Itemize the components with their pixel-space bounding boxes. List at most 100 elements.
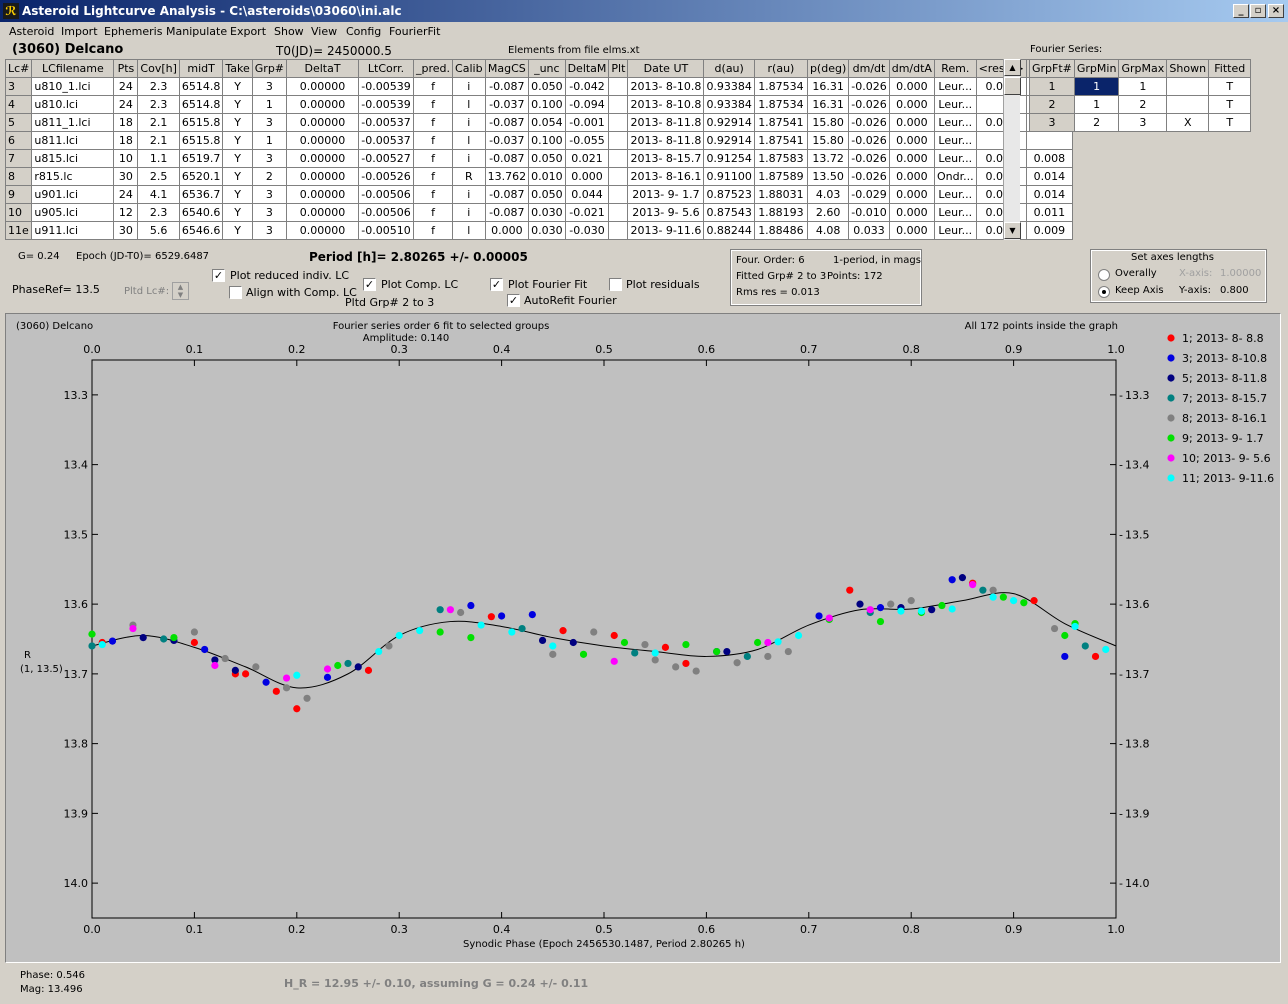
- column-header[interactable]: DeltaM: [564, 59, 610, 78]
- table-cell[interactable]: 6520.1: [178, 167, 224, 186]
- table-cell[interactable]: 6519.7: [178, 149, 224, 168]
- table-cell[interactable]: 0.010: [528, 167, 566, 186]
- table-cell[interactable]: 2013- 9-11.6: [627, 221, 705, 240]
- table-cell[interactable]: 0.000: [888, 167, 935, 186]
- table-cell[interactable]: 0.050: [528, 185, 566, 204]
- table-cell[interactable]: -0.00539: [358, 95, 415, 114]
- fourier-row[interactable]: 323XT: [1029, 113, 1252, 132]
- table-cell[interactable]: 0.93384: [703, 77, 755, 96]
- table-cell[interactable]: 2013- 8-11.8: [627, 113, 705, 132]
- table-cell[interactable]: 1.87589: [753, 167, 808, 186]
- row-number[interactable]: 8: [4, 167, 33, 186]
- table-cell[interactable]: [608, 95, 629, 114]
- fourier-cell[interactable]: T: [1208, 77, 1252, 96]
- row-number[interactable]: 6: [4, 131, 33, 150]
- table-cell[interactable]: -0.00510: [358, 221, 415, 240]
- table-cell[interactable]: 0.054: [528, 113, 566, 132]
- fourier-cell[interactable]: 2: [1073, 113, 1120, 132]
- table-cell[interactable]: 4.03: [806, 185, 850, 204]
- row-number[interactable]: 10: [4, 203, 33, 222]
- table-cell[interactable]: -0.001: [564, 113, 610, 132]
- table-cell[interactable]: f: [413, 149, 454, 168]
- table-cell[interactable]: f: [413, 77, 454, 96]
- fourier-cell[interactable]: 1: [1118, 77, 1168, 96]
- maximize-button[interactable]: ▫: [1250, 4, 1266, 18]
- table-cell[interactable]: [608, 113, 629, 132]
- row-number[interactable]: 5: [4, 113, 33, 132]
- table-cell[interactable]: 0.00000: [286, 149, 360, 168]
- table-cell[interactable]: u905.lci: [31, 203, 115, 222]
- table-cell[interactable]: 0.00000: [286, 167, 360, 186]
- table-cell[interactable]: 2013- 9- 5.6: [627, 203, 705, 222]
- table-cell[interactable]: 0.009: [1025, 221, 1073, 240]
- column-header[interactable]: dm/dt: [848, 59, 890, 78]
- table-cell[interactable]: 15.80: [806, 131, 850, 150]
- table-cell[interactable]: f: [413, 167, 454, 186]
- table-cell[interactable]: -0.094: [564, 95, 610, 114]
- table-cell[interactable]: 2: [251, 167, 288, 186]
- fourier-series-table[interactable]: GrpFt# GrpMin GrpMax Shown Fitted 111T212T32…: [1029, 59, 1252, 132]
- table-cell[interactable]: 0.000: [888, 203, 935, 222]
- table-cell[interactable]: Leur...: [933, 113, 977, 132]
- column-header[interactable]: d(au): [703, 59, 755, 78]
- table-cell[interactable]: 2013- 9- 1.7: [627, 185, 705, 204]
- table-cell[interactable]: i: [452, 113, 486, 132]
- table-cell[interactable]: [608, 167, 629, 186]
- table-cell[interactable]: Y: [222, 221, 253, 240]
- row-number[interactable]: 7: [4, 149, 33, 168]
- row-number[interactable]: 4: [4, 95, 33, 114]
- fourier-cell[interactable]: 2: [1029, 95, 1075, 114]
- table-cell[interactable]: -0.010: [848, 203, 890, 222]
- table-cell[interactable]: -0.026: [848, 131, 890, 150]
- table-cell[interactable]: f: [413, 185, 454, 204]
- table-cell[interactable]: -0.087: [484, 77, 530, 96]
- table-cell[interactable]: 3: [251, 149, 288, 168]
- table-cell[interactable]: f: [413, 131, 454, 150]
- column-header[interactable]: DeltaT: [286, 59, 360, 78]
- column-header[interactable]: Calib: [452, 59, 486, 78]
- table-cell[interactable]: 12: [113, 203, 139, 222]
- table-cell[interactable]: 1.88031: [753, 185, 808, 204]
- table-cell[interactable]: 6515.8: [178, 131, 224, 150]
- menu-ephemeris[interactable]: Ephemeris: [104, 25, 162, 38]
- table-cell[interactable]: 16.31: [806, 95, 850, 114]
- table-row[interactable]: 4 u810.lci 24 2.3 6514.8 Y 1 0.00000 -0.00539 f l -…: [4, 95, 1073, 114]
- fourier-cell[interactable]: 3: [1029, 113, 1075, 132]
- column-header[interactable]: MagCS: [484, 59, 530, 78]
- table-cell[interactable]: -0.00539: [358, 77, 415, 96]
- table-cell[interactable]: 0.91100: [703, 167, 755, 186]
- table-cell[interactable]: -0.087: [484, 203, 530, 222]
- table-cell[interactable]: 13.50: [806, 167, 850, 186]
- table-cell[interactable]: 2013- 8-16.1: [627, 167, 705, 186]
- column-header[interactable]: Date UT: [627, 59, 705, 78]
- table-cell[interactable]: u811_1.lci: [31, 113, 115, 132]
- table-cell[interactable]: -0.042: [564, 77, 610, 96]
- column-header[interactable]: LCfilename: [31, 59, 115, 78]
- table-cell[interactable]: 18: [113, 113, 139, 132]
- column-header[interactable]: Take: [222, 59, 253, 78]
- table-cell[interactable]: 0.000: [888, 149, 935, 168]
- table-cell[interactable]: Leur...: [933, 77, 977, 96]
- table-cell[interactable]: 0.92914: [703, 113, 755, 132]
- table-cell[interactable]: 0.92914: [703, 131, 755, 150]
- table-cell[interactable]: 0.000: [484, 221, 530, 240]
- menu-asteroid[interactable]: Asteroid: [9, 25, 54, 38]
- table-cell[interactable]: 3: [251, 113, 288, 132]
- table-cell[interactable]: 0.00000: [286, 221, 360, 240]
- table-cell[interactable]: i: [452, 185, 486, 204]
- column-header[interactable]: Pts: [113, 59, 139, 78]
- table-cell[interactable]: -0.00537: [358, 113, 415, 132]
- plot-reduced-checkbox[interactable]: ✓: [212, 269, 225, 282]
- scroll-down-icon[interactable]: ▼: [1004, 222, 1021, 239]
- table-row[interactable]: 6 u811.lci 18 2.1 6515.8 Y 1 0.00000 -0.00537 f l -…: [4, 131, 1073, 150]
- table-cell[interactable]: 5.6: [137, 221, 180, 240]
- table-cell[interactable]: 1.88486: [753, 221, 808, 240]
- minimize-button[interactable]: _: [1233, 4, 1249, 18]
- table-cell[interactable]: 0.100: [528, 131, 566, 150]
- table-cell[interactable]: i: [452, 77, 486, 96]
- table-cell[interactable]: 0.011: [1025, 203, 1073, 222]
- table-cell[interactable]: 2013- 8-11.8: [627, 131, 705, 150]
- column-header[interactable]: _pred.: [413, 59, 454, 78]
- table-cell[interactable]: 0.87523: [703, 185, 755, 204]
- table-cell[interactable]: 0.00000: [286, 131, 360, 150]
